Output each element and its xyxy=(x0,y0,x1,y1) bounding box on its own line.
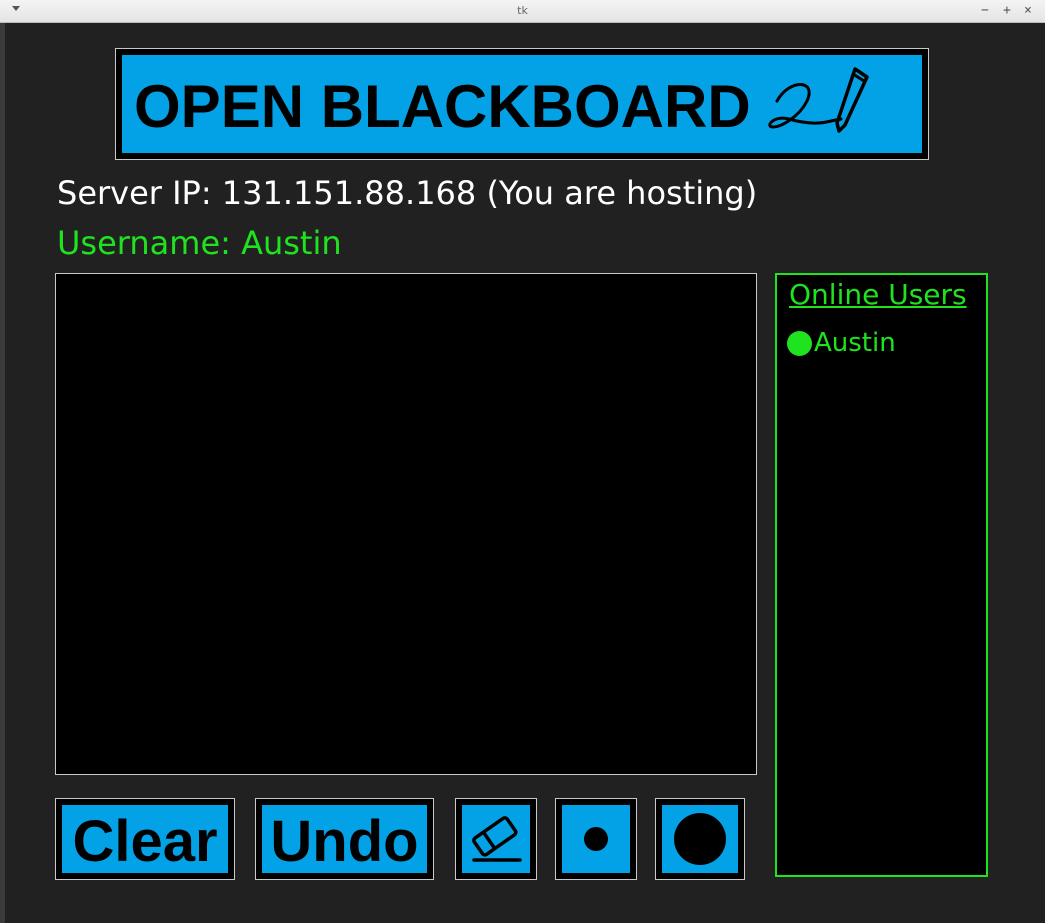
eraser-icon xyxy=(472,816,522,862)
banner-panel: OPEN BLACKBOARD xyxy=(122,55,922,153)
user-list-item: Austin xyxy=(787,327,896,359)
small-dot-icon xyxy=(584,827,608,851)
large-dot-icon xyxy=(674,813,726,865)
app-banner: OPEN BLACKBOARD xyxy=(115,48,929,160)
username-label: Username: Austin xyxy=(57,224,342,262)
online-users-panel: Online Users Austin xyxy=(775,273,988,877)
small-brush-button[interactable] xyxy=(555,798,637,880)
pen-signature-icon xyxy=(768,67,869,133)
minimize-button[interactable]: − xyxy=(981,3,989,19)
maximize-button[interactable]: + xyxy=(1003,3,1011,19)
large-brush-button-face xyxy=(662,805,738,873)
small-brush-button-face xyxy=(562,805,630,873)
clear-button[interactable]: Clear xyxy=(55,798,235,880)
undo-button-label: Undo xyxy=(270,809,419,874)
window-titlebar: tk − + × xyxy=(0,0,1045,23)
undo-button[interactable]: Undo xyxy=(255,798,434,880)
banner-title: OPEN BLACKBOARD xyxy=(134,73,751,140)
drawing-canvas[interactable] xyxy=(55,273,757,775)
undo-button-face: Undo xyxy=(262,805,427,873)
window-title: tk xyxy=(517,4,528,17)
online-status-icon xyxy=(787,330,812,356)
clear-button-label: Clear xyxy=(72,809,218,874)
server-ip-label: Server IP: 131.151.88.168 (You are hosti… xyxy=(57,174,758,212)
clear-button-face: Clear xyxy=(62,805,228,873)
large-brush-button[interactable] xyxy=(655,798,745,880)
app-window: OPEN BLACKBOARD Server IP: 131.151.88.16… xyxy=(5,23,1045,923)
online-users-title: Online Users xyxy=(789,278,967,311)
eraser-button[interactable] xyxy=(455,798,537,880)
user-name: Austin xyxy=(814,328,896,358)
eraser-button-face xyxy=(462,805,530,873)
close-button[interactable]: × xyxy=(1024,3,1032,19)
